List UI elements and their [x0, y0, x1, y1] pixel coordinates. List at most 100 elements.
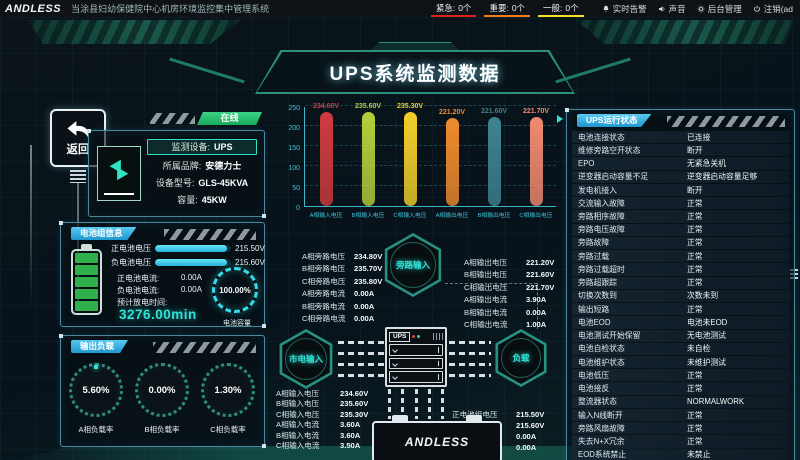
status-row: 电池自检状态未自检 [572, 343, 789, 355]
device-row-label: 所属品牌: [163, 158, 202, 175]
online-status-badge: 在线 [197, 112, 262, 125]
sound-button[interactable]: 声音 [658, 3, 686, 15]
status-value: 正常 [687, 264, 783, 275]
y-tick-label: 200 [282, 125, 300, 132]
status-label: 输出短路 [578, 304, 687, 315]
status-value: 已连接 [687, 132, 783, 143]
alarm-badge[interactable]: 重要:0个 [484, 1, 530, 17]
chevron-down-icon [392, 347, 398, 353]
status-label: 旁路过载 [578, 251, 687, 262]
decor-banner-right [576, 20, 794, 44]
load-gauge-label: A相负载率 [66, 424, 126, 435]
gridline [305, 125, 556, 126]
x-tick-label: A相输入电压 [305, 210, 347, 218]
y-tick-label: 100 [282, 165, 300, 172]
status-label: 维修旁路空开状态 [578, 145, 687, 156]
admin-button[interactable]: 后台管理 [697, 3, 742, 15]
load-gauge: 5.60% [69, 363, 123, 417]
status-label: 电池接反 [578, 383, 687, 394]
bar-label: 正电池电压 [111, 243, 151, 254]
status-value: 电池未EOD [687, 317, 783, 328]
device-row-value: 45KW [202, 192, 227, 209]
back-button-label: 返回 [67, 141, 90, 157]
dashboard: UPS系统监测数据 返回 在线 监测设备:UPS所属品牌:安德力士设备型号:GL… [0, 17, 800, 460]
menu-item-label: 实时告警 [613, 3, 647, 15]
chart-bar-value: 221.70V [513, 108, 559, 115]
alarm-count: 0个 [565, 2, 578, 14]
list-item: B相旁路电压235.70V [302, 263, 382, 275]
status-row: 发电机接入断开 [572, 184, 789, 196]
chevron-down-icon [392, 361, 398, 367]
list-item: A相输入电压234.60V [276, 389, 368, 399]
status-label: 电池连接状态 [578, 132, 687, 143]
alarm-count: 0个 [512, 2, 525, 14]
status-row: 电池维护状态未维护测试 [572, 356, 789, 368]
row-value: 235.80V [354, 276, 382, 288]
battery-panel-title: 电池组信息 [71, 227, 137, 240]
row-label: B相输入电压 [276, 399, 340, 409]
list-item: A相旁路电压234.80V [302, 251, 382, 263]
mains-input-label: 市电输入 [289, 353, 323, 365]
status-value: NORMALWORK [687, 397, 783, 406]
chart-bar-value: 235.60V [345, 103, 391, 110]
input-readings-list: A相输入电压234.60VB相输入电压235.60VC相输入电压235.30VA… [276, 389, 368, 451]
led-red-icon [412, 335, 415, 338]
chart-plot-area: 234.60VA相输入电压235.60VB相输入电压235.30VC相输入电压2… [304, 107, 556, 207]
row-value: 234.80V [354, 251, 382, 263]
bypass-readings-list: A相旁路电压234.80VB相旁路电压235.70VC相旁路电压235.80VA… [302, 251, 382, 325]
load-gauge-label: C相负载率 [198, 424, 258, 435]
row-value: 0.00A [181, 273, 202, 284]
battery-capacity-gauge: 100.00% [212, 267, 258, 313]
chart-bar [362, 112, 375, 206]
row-value: 235.70V [354, 263, 382, 275]
row-label: 负电池电流: [117, 285, 173, 296]
status-value: 无电池测试 [687, 330, 783, 341]
row-label: 正电池电流: [117, 273, 173, 284]
status-label: 输入N线断开 [578, 410, 687, 421]
logout-button[interactable]: 注销(ad [753, 3, 793, 15]
battery-brand-logo: ANDLESS [405, 435, 469, 449]
alarm-badge[interactable]: 一般:0个 [538, 1, 584, 17]
decor-banner-left [28, 20, 240, 44]
x-tick-label: C相输入电压 [389, 210, 431, 218]
alarm-badge[interactable]: 紧急:0个 [431, 1, 477, 17]
device-info-rows: 监测设备:UPS所属品牌:安德力士设备型号:GLS-45KVA容量:45KW [145, 138, 259, 209]
row-value: 0.00A [516, 431, 536, 442]
battery-voltage-bar: 正电池电压215.50V [111, 243, 265, 254]
status-value: 断开 [687, 185, 783, 196]
bypass-connector [537, 283, 538, 329]
device-row-label: 监测设备: [171, 140, 210, 154]
status-row: 逆变器启动容量不足逆变器启动容量足够 [572, 171, 789, 183]
status-row: 电池低压正常 [572, 369, 789, 381]
chart-bar [446, 118, 459, 206]
alarm-count: 0个 [458, 2, 471, 14]
ups-rack: UPS [385, 327, 447, 387]
status-row: 切换次数到次数未到 [572, 290, 789, 302]
status-label: 电池测试开始保留 [578, 330, 687, 341]
output-load-panel: 输出负载 5.60%A相负载率0.00%B相负载率1.30%C相负载率 [60, 335, 265, 447]
status-value: 逆变器启动容量足够 [687, 171, 783, 182]
bar-value: 215.60V [235, 258, 265, 267]
list-item: C相输入电流3.50A [276, 441, 368, 451]
bypass-connector [445, 283, 537, 284]
gridline [305, 185, 556, 186]
row-label: C相旁路电压 [302, 276, 354, 288]
list-item: C相输入电压235.30V [276, 410, 368, 420]
status-row: 旁路过载超时正常 [572, 263, 789, 275]
device-row-value: UPS [214, 140, 233, 154]
status-row: 电池接反正常 [572, 382, 789, 394]
status-value: 正常 [687, 224, 783, 235]
row-label: 正电池组电压 [452, 409, 516, 420]
decor-slashes [667, 116, 785, 127]
status-label: 交流输入故障 [578, 198, 687, 209]
status-label: 旁路故障 [578, 237, 687, 248]
status-value: 次数未到 [687, 290, 783, 301]
gear-icon [697, 5, 705, 13]
row-label: B相旁路电压 [302, 263, 354, 275]
ups-to-load-connector [449, 341, 491, 377]
row-value: 3.60A [340, 420, 360, 430]
chart-bar [530, 117, 543, 206]
vent-dots-icon [433, 333, 443, 340]
x-tick-label: C相输出电压 [515, 210, 557, 218]
realtime-alarm-button[interactable]: 实时告警 [602, 3, 647, 15]
